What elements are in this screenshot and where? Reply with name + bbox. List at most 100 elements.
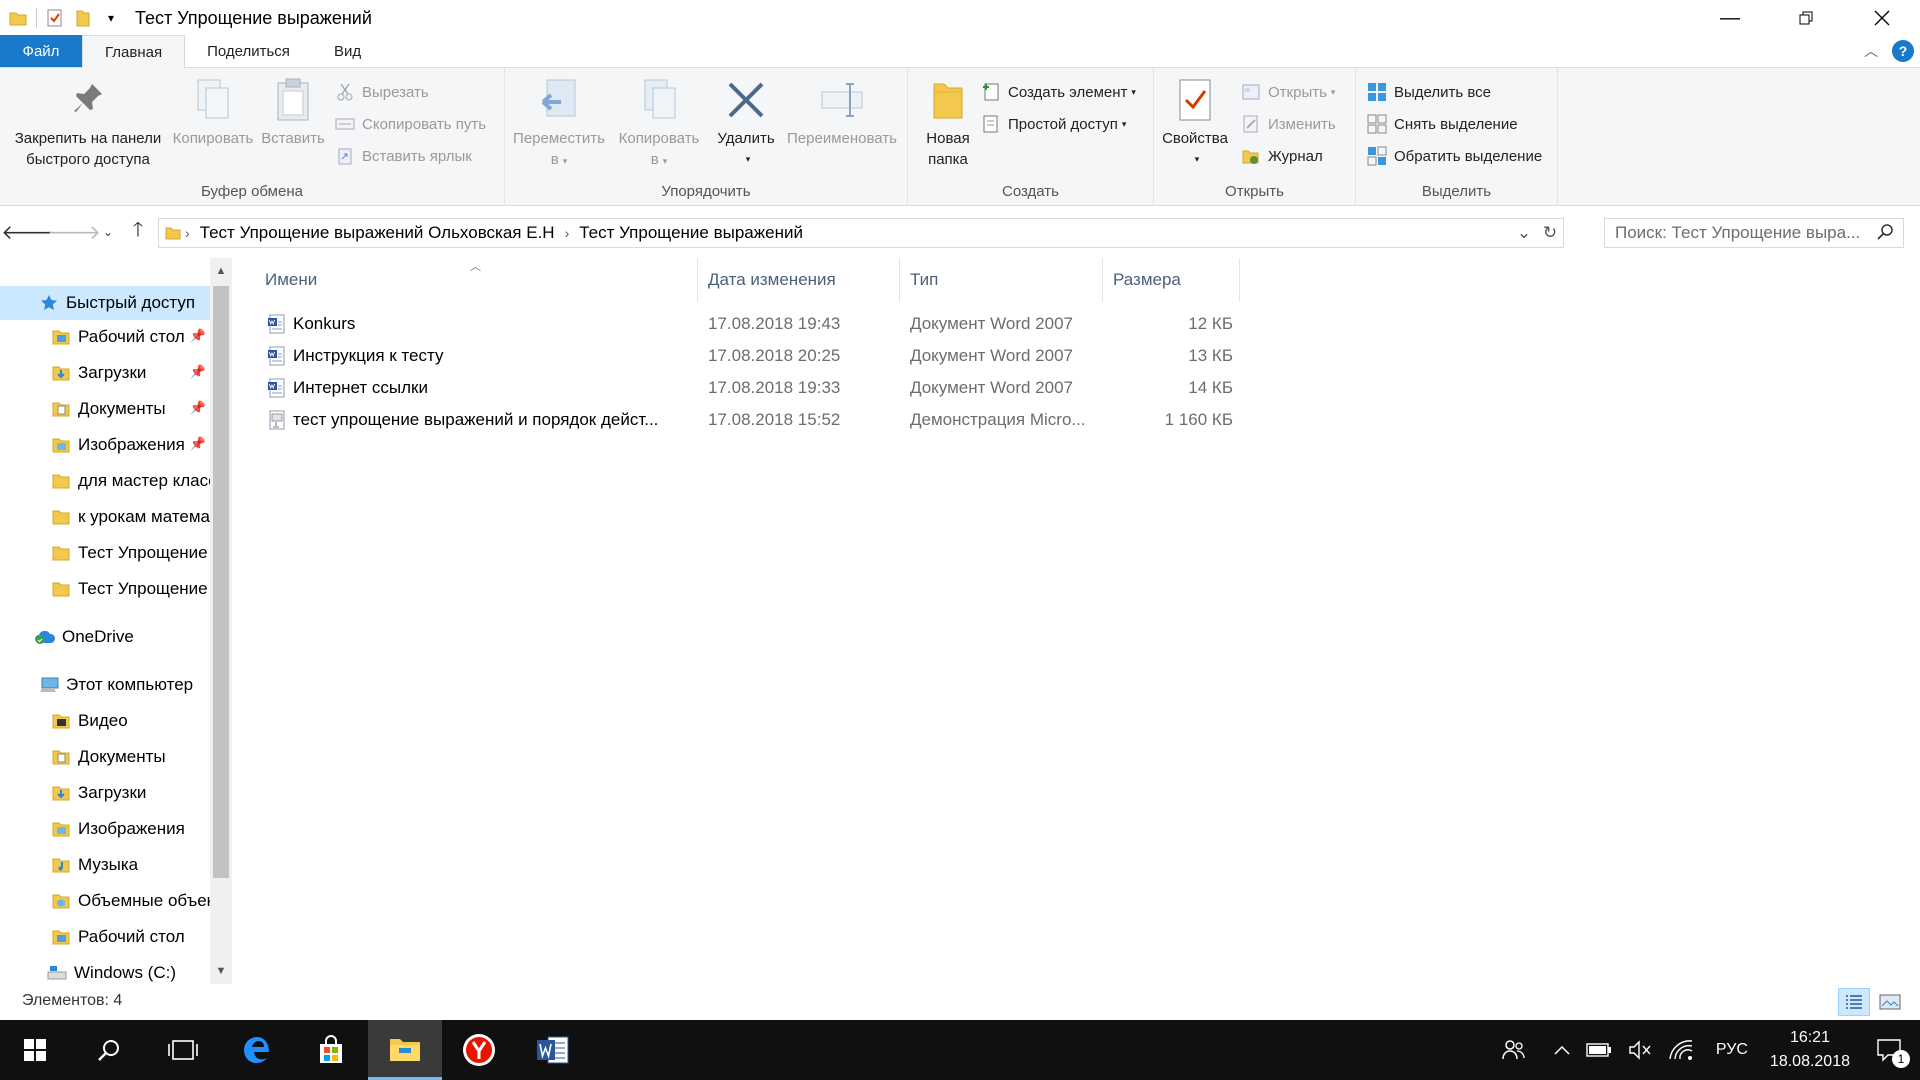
word-taskbar-icon[interactable] (516, 1020, 590, 1080)
nav-folder-math-lessons[interactable]: к урокам математики (0, 500, 210, 534)
nav-pc-pictures[interactable]: Изображения (0, 812, 210, 846)
edit-button[interactable]: Изменить (1240, 112, 1336, 136)
properties-dropdown-icon[interactable]: ▾ (1162, 149, 1232, 170)
copy-path-button[interactable]: Скопировать путь (334, 112, 486, 136)
pin-icon[interactable]: 📌 (190, 328, 206, 344)
store-icon[interactable] (294, 1020, 368, 1080)
delete-button[interactable]: Удалить ▾ (711, 76, 781, 170)
copy-button[interactable]: Копировать (168, 76, 258, 149)
nav-drive-c[interactable]: Windows (C:) (0, 956, 210, 984)
details-view-icon[interactable] (1838, 988, 1870, 1016)
nav-quick-access[interactable]: Быстрый доступ (0, 286, 210, 320)
pin-icon[interactable]: 📌 (190, 400, 206, 416)
search-icon[interactable] (1877, 223, 1895, 246)
tab-file[interactable]: Файл (0, 35, 82, 67)
language-indicator[interactable]: РУС (1702, 1020, 1762, 1080)
nav-video[interactable]: Видео (0, 704, 210, 738)
table-row[interactable]: тест упрощение выражений и порядок дейст… (255, 404, 1255, 436)
up-arrow-icon[interactable]: 🡑 (124, 218, 152, 246)
large-icons-view-icon[interactable] (1874, 988, 1906, 1016)
nav-folder-test-1[interactable]: Тест Упрощение выражений (0, 536, 210, 570)
column-type[interactable]: Тип (900, 258, 1103, 302)
folder-icon[interactable] (4, 0, 32, 36)
rename-button[interactable]: Переименовать (781, 76, 903, 149)
close-icon[interactable] (1844, 0, 1920, 36)
nav-music[interactable]: Музыка (0, 848, 210, 882)
history-button[interactable]: Журнал (1240, 144, 1323, 168)
qat-dropdown-icon[interactable]: ▾ (97, 0, 125, 36)
windows-start-icon[interactable] (0, 1020, 70, 1080)
nav-scrollbar[interactable]: ▲ ▼ (210, 258, 232, 984)
paste-button[interactable]: Вставить (258, 76, 328, 149)
show-hidden-icons-chevron-icon[interactable] (1546, 1020, 1578, 1080)
edge-browser-icon[interactable] (220, 1020, 294, 1080)
nav-pc-desktop[interactable]: Рабочий стол (0, 920, 210, 954)
scroll-up-icon[interactable]: ▲ (210, 260, 232, 282)
breadcrumb-parent[interactable]: Тест Упрощение выражений Ольховская Е.Н (200, 223, 555, 243)
nav-documents[interactable]: Документы 📌 (0, 392, 210, 426)
recent-locations-chevron-icon[interactable]: ⌄ (94, 218, 122, 246)
new-item-button[interactable]: Создать элемент ▾ (980, 80, 1136, 104)
people-icon[interactable] (1482, 1020, 1546, 1080)
refresh-icon[interactable]: ↻ (1537, 223, 1563, 243)
clock[interactable]: 16:21 18.08.2018 (1762, 1020, 1858, 1080)
tab-share[interactable]: Поделиться (185, 35, 312, 67)
column-date-modified[interactable]: Дата изменения (698, 258, 900, 302)
scroll-thumb[interactable] (213, 286, 229, 878)
forward-arrow-icon[interactable]: 🡒 (47, 218, 101, 246)
breadcrumb-chevron-icon[interactable]: › (185, 225, 190, 241)
search-input[interactable]: Поиск: Тест Упрощение выра... (1604, 218, 1904, 248)
nav-folder-master-class[interactable]: для мастер класса (0, 464, 210, 498)
paste-shortcut-button[interactable]: Вставить ярлык (334, 144, 472, 168)
nav-this-pc[interactable]: Этот компьютер (0, 668, 210, 702)
table-row[interactable]: Интернет ссылки 17.08.2018 19:33 Докумен… (255, 372, 1255, 404)
table-row[interactable]: Инструкция к тесту 17.08.2018 20:25 Доку… (255, 340, 1255, 372)
battery-icon[interactable] (1578, 1020, 1620, 1080)
open-button[interactable]: Открыть ▾ (1240, 80, 1335, 104)
nav-pc-downloads[interactable]: Загрузки (0, 776, 210, 810)
minimize-icon[interactable]: — (1692, 0, 1768, 36)
back-arrow-icon[interactable]: 🡐 (1, 218, 55, 246)
pin-icon[interactable]: 📌 (190, 436, 206, 452)
nav-onedrive[interactable]: OneDrive (0, 620, 210, 654)
action-center-icon[interactable]: 1 (1858, 1020, 1920, 1080)
address-dropdown-icon[interactable]: ⌄ (1511, 223, 1537, 243)
delete-dropdown-icon[interactable]: ▾ (715, 149, 781, 170)
select-none-button[interactable]: Снять выделение (1366, 112, 1518, 136)
help-icon[interactable]: ? (1892, 40, 1914, 62)
new-folder-button[interactable]: Новая папка (912, 76, 984, 170)
nav-pictures[interactable]: Изображения 📌 (0, 428, 210, 462)
cut-button[interactable]: Вырезать (334, 80, 429, 104)
invert-selection-button[interactable]: Обратить выделение (1366, 144, 1542, 168)
column-name[interactable]: Имени (255, 258, 698, 302)
address-bar[interactable]: › Тест Упрощение выражений Ольховская Е.… (158, 218, 1564, 248)
task-view-icon[interactable] (146, 1020, 220, 1080)
new-folder-icon[interactable] (69, 0, 97, 36)
nav-downloads[interactable]: Загрузки 📌 (0, 356, 210, 390)
tab-home[interactable]: Главная (82, 35, 186, 68)
search-icon[interactable] (72, 1020, 146, 1080)
restore-icon[interactable] (1768, 0, 1844, 36)
breadcrumb-current[interactable]: Тест Упрощение выражений (579, 223, 803, 243)
properties-icon[interactable] (41, 0, 69, 36)
properties-button[interactable]: Свойства ▾ (1158, 76, 1232, 170)
nav-3d-objects[interactable]: Объемные объекты (0, 884, 210, 918)
collapse-ribbon-icon[interactable]: ︿ (1864, 41, 1878, 61)
nav-folder-test-2[interactable]: Тест Упрощение выражений (0, 572, 210, 606)
breadcrumb-chevron-icon[interactable]: › (565, 225, 570, 241)
copy-to-button[interactable]: Копировать в ▾ (611, 76, 707, 172)
file-explorer-taskbar-icon[interactable] (368, 1020, 442, 1080)
volume-muted-icon[interactable] (1620, 1020, 1660, 1080)
yandex-browser-icon[interactable] (442, 1020, 516, 1080)
nav-pc-documents[interactable]: Документы (0, 740, 210, 774)
move-to-button[interactable]: Переместить в ▾ (511, 76, 607, 172)
table-row[interactable]: Konkurs 17.08.2018 19:43 Документ Word 2… (255, 308, 1255, 340)
nav-desktop[interactable]: Рабочий стол 📌 (0, 320, 210, 354)
easy-access-button[interactable]: Простой доступ ▾ (980, 112, 1126, 136)
scroll-down-icon[interactable]: ▼ (210, 960, 232, 982)
pin-quick-access-button[interactable]: Закрепить на панели быстрого доступа (8, 76, 168, 170)
wifi-icon[interactable] (1660, 1020, 1702, 1080)
pin-icon[interactable]: 📌 (190, 364, 206, 380)
tab-view[interactable]: Вид (312, 35, 383, 67)
select-all-button[interactable]: Выделить все (1366, 80, 1491, 104)
